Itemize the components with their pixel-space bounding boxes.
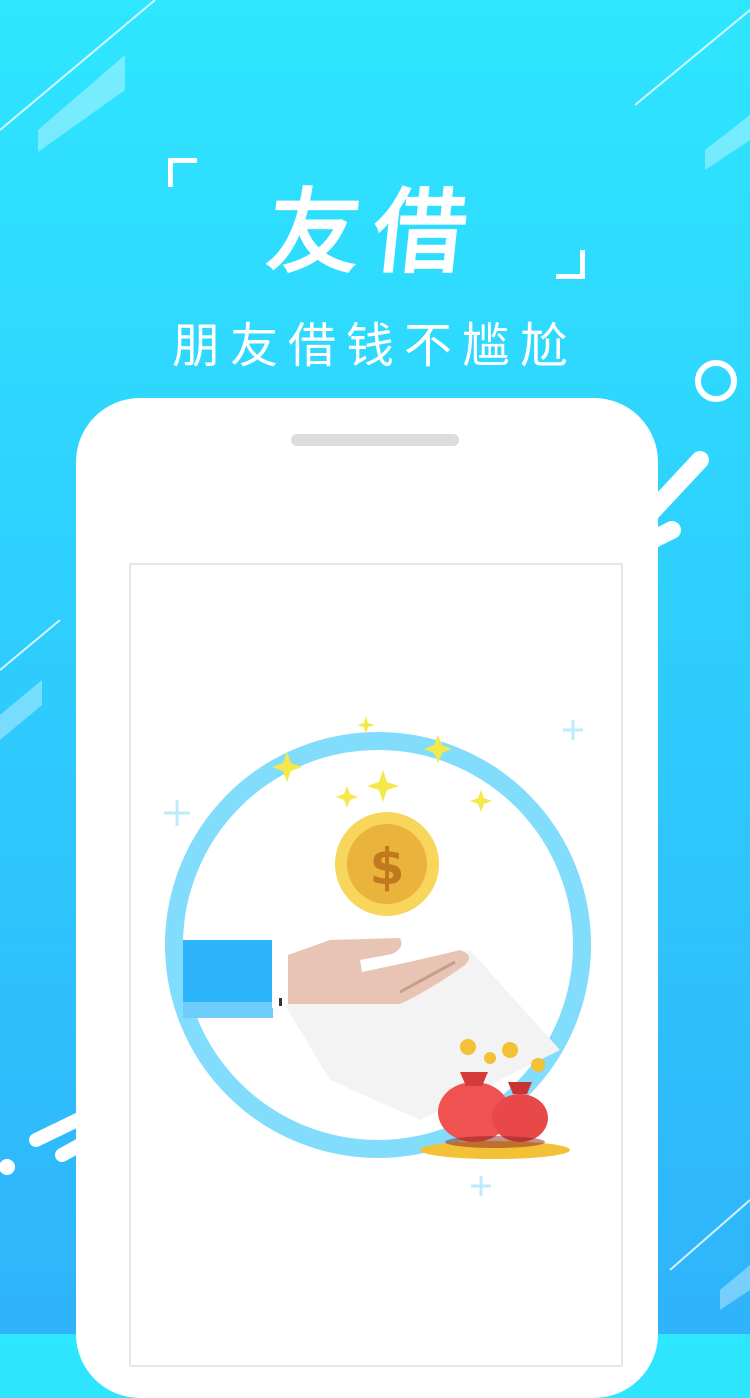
loan-illustration: $ <box>164 716 591 1196</box>
coin-symbol: $ <box>370 838 405 896</box>
dollar-coin-icon: $ <box>335 812 439 916</box>
